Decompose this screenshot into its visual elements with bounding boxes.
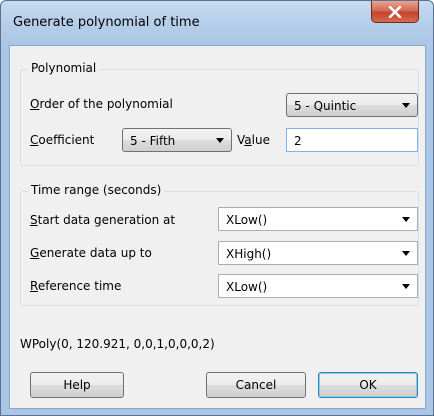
ok-button[interactable]: OK xyxy=(318,372,418,398)
time-range-group-label: Time range (seconds) xyxy=(28,183,165,197)
coefficient-label-rest: oefficient xyxy=(38,133,95,147)
end-label-rest: enerate data up to xyxy=(39,246,152,260)
order-label-rest: rder of the polynomial xyxy=(39,97,173,111)
coefficient-label: Coefficient xyxy=(30,133,95,147)
value-label-a: a xyxy=(244,133,252,147)
end-dropdown-value: XHigh() xyxy=(226,247,272,261)
chevron-down-icon xyxy=(216,138,224,143)
order-label: Order of the polynomial xyxy=(30,97,173,111)
chevron-down-icon xyxy=(402,251,410,256)
value-input[interactable]: 2 xyxy=(286,128,418,152)
value-input-text: 2 xyxy=(294,134,302,148)
coefficient-dropdown-value: 5 - Fifth xyxy=(130,134,176,148)
dialog-title: Generate polynomial of time xyxy=(13,15,200,30)
chevron-down-icon xyxy=(402,217,410,222)
polynomial-group-label: Polynomial xyxy=(28,61,100,75)
dialog-client-area: Polynomial Order of the polynomial 5 - Q… xyxy=(9,45,426,409)
cancel-button[interactable]: Cancel xyxy=(206,372,306,398)
ok-button-label: OK xyxy=(359,378,377,392)
dialog-window: Generate polynomial of time Polynomial O… xyxy=(0,0,434,416)
chevron-down-icon xyxy=(402,103,410,108)
start-dropdown-value: XLow() xyxy=(226,213,268,227)
help-button[interactable]: Help xyxy=(30,372,124,398)
cancel-button-label: Cancel xyxy=(235,378,277,392)
close-icon xyxy=(388,5,402,18)
close-button[interactable] xyxy=(371,1,419,23)
reference-dropdown-value: XLow() xyxy=(226,280,268,294)
end-label: Generate data up to xyxy=(30,246,152,260)
reference-label-rest: eference time xyxy=(37,279,122,293)
order-dropdown-value: 5 - Quintic xyxy=(294,99,357,113)
order-dropdown[interactable]: 5 - Quintic xyxy=(286,93,418,117)
value-label: Value xyxy=(237,133,270,147)
value-label-rest: lue xyxy=(251,133,270,147)
chevron-down-icon xyxy=(402,284,410,289)
expression-text: WPoly(0, 120.921, 0,0,1,0,0,0,2) xyxy=(20,337,215,351)
title-bar[interactable]: Generate polynomial of time xyxy=(1,1,433,45)
start-dropdown[interactable]: XLow() xyxy=(218,207,418,231)
reference-label: Reference time xyxy=(30,279,122,293)
coefficient-dropdown[interactable]: 5 - Fifth xyxy=(122,128,232,152)
end-dropdown[interactable]: XHigh() xyxy=(218,241,418,265)
start-label-rest: tart data generation at xyxy=(37,213,176,227)
help-button-label: Help xyxy=(63,378,91,392)
start-label: Start data generation at xyxy=(30,213,176,227)
reference-dropdown[interactable]: XLow() xyxy=(218,274,418,298)
